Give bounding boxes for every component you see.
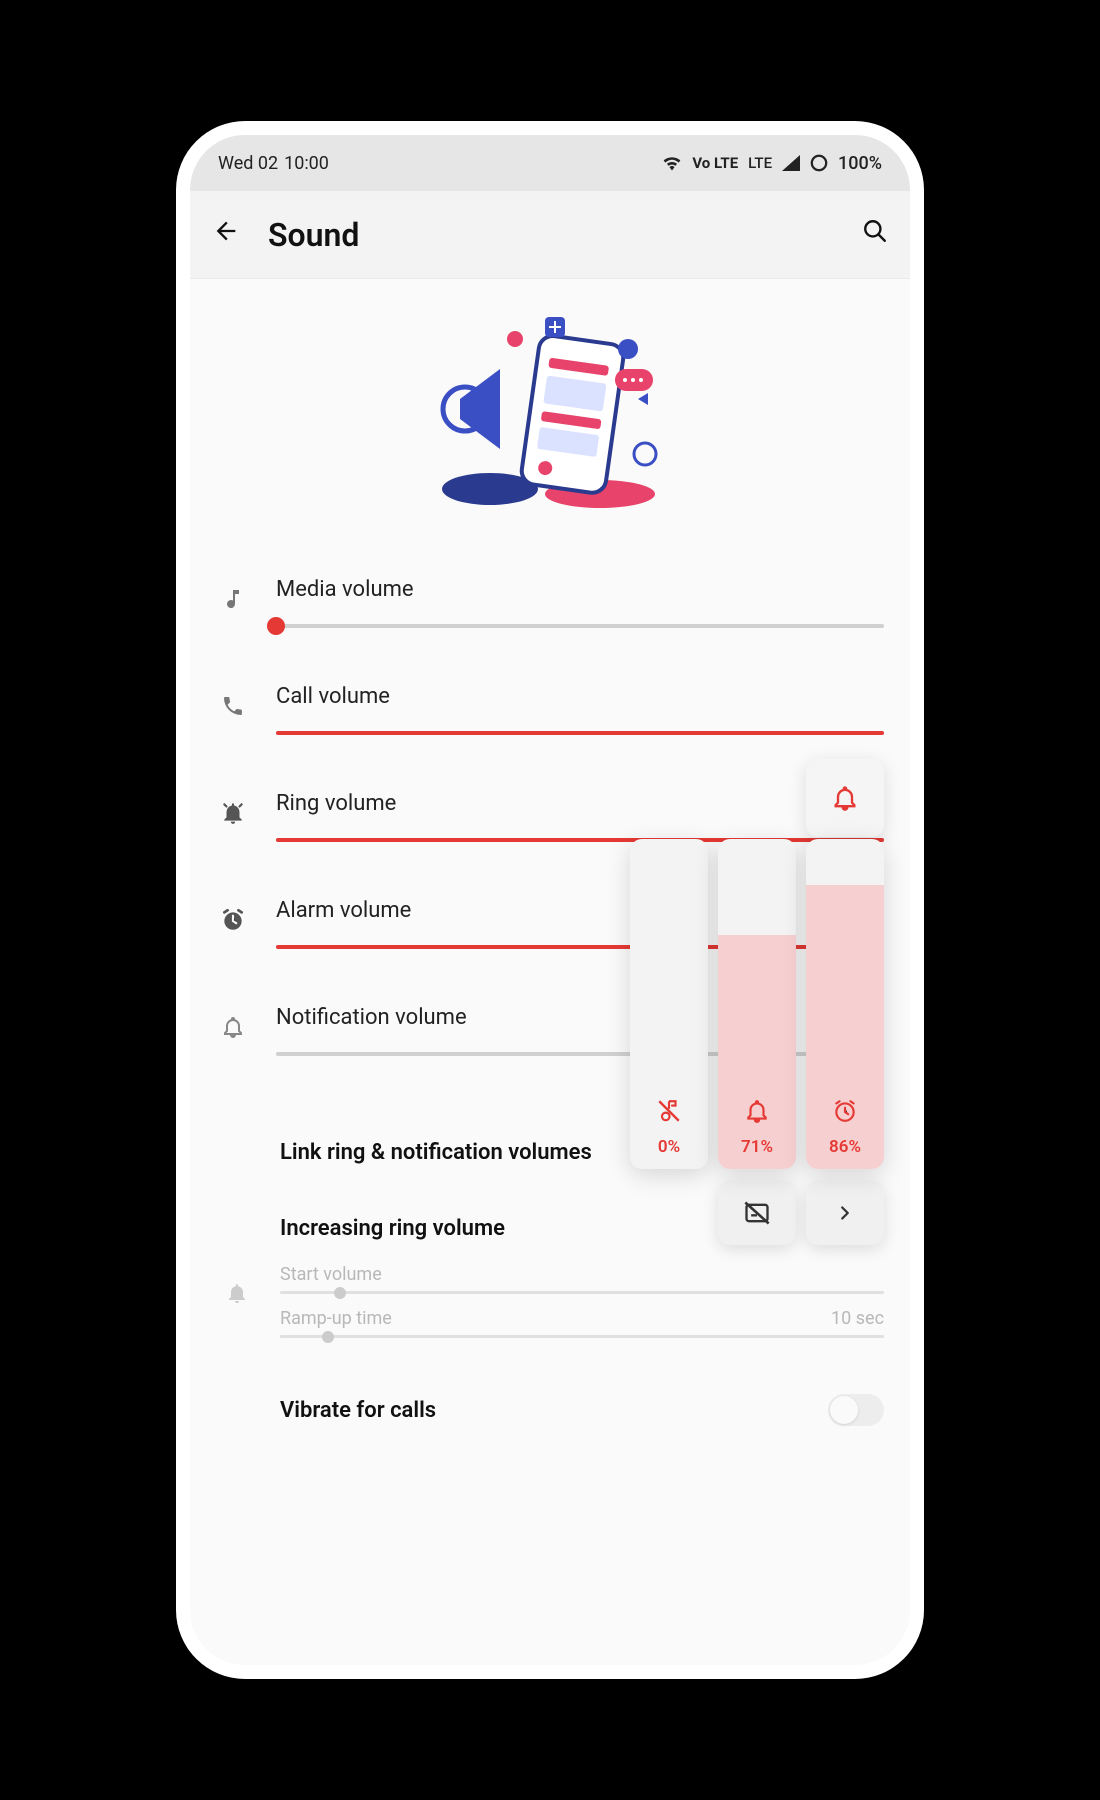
vibrate-calls-toggle[interactable] bbox=[828, 1394, 884, 1426]
bell-dim-icon bbox=[216, 1281, 258, 1312]
media-volume-label: Media volume bbox=[276, 577, 884, 602]
ramp-up-slider[interactable] bbox=[280, 1335, 884, 1338]
media-volume-row: Media volume bbox=[190, 549, 910, 656]
start-volume-slider[interactable] bbox=[280, 1291, 884, 1294]
battery-label: 100% bbox=[838, 153, 882, 174]
signal-icon bbox=[782, 155, 800, 171]
status-date: Wed 02 bbox=[218, 153, 278, 174]
alarm-clock-icon bbox=[212, 907, 254, 940]
music-off-icon bbox=[656, 1098, 682, 1131]
ring-volume-label: Ring volume bbox=[276, 791, 884, 816]
overlay-media-slider[interactable]: 0% bbox=[630, 839, 708, 1169]
overlay-ring-percent: 71% bbox=[741, 1137, 773, 1157]
bell-icon bbox=[212, 1015, 254, 1046]
music-note-icon bbox=[212, 587, 254, 618]
search-button[interactable] bbox=[862, 218, 888, 251]
volte-label: Vo LTE bbox=[692, 154, 738, 172]
lte-label: LTE bbox=[748, 154, 772, 172]
ramp-up-label: Ramp-up time bbox=[280, 1308, 392, 1329]
overlay-alarm-percent: 86% bbox=[829, 1137, 861, 1157]
alarm-outline-icon bbox=[832, 1098, 858, 1131]
call-volume-slider[interactable] bbox=[276, 731, 884, 735]
back-button[interactable] bbox=[212, 217, 240, 253]
status-bar: Wed 02 10:00 Vo LTE LTE 100% bbox=[190, 135, 910, 191]
media-volume-slider[interactable] bbox=[276, 624, 884, 628]
hero-illustration bbox=[190, 279, 910, 539]
ring-icon bbox=[212, 800, 254, 833]
overlay-ringer-mode-button[interactable] bbox=[806, 759, 884, 837]
volume-overlay: 0% 71% 86% bbox=[630, 839, 884, 1245]
overlay-expand-button[interactable] bbox=[806, 1181, 884, 1245]
wifi-icon bbox=[662, 155, 682, 171]
bell-outline-icon bbox=[744, 1098, 770, 1131]
app-bar: Sound bbox=[190, 191, 910, 279]
overlay-media-percent: 0% bbox=[658, 1137, 680, 1157]
vibrate-calls-label: Vibrate for calls bbox=[280, 1398, 806, 1423]
battery-outline-icon bbox=[810, 154, 828, 172]
ramp-up-value: 10 sec bbox=[831, 1308, 884, 1329]
start-volume-label: Start volume bbox=[280, 1264, 382, 1285]
phone-frame: Wed 02 10:00 Vo LTE LTE 100% Sound bbox=[190, 135, 910, 1665]
call-volume-row: Call volume bbox=[190, 656, 910, 763]
overlay-ring-slider[interactable]: 71% bbox=[718, 839, 796, 1169]
phone-icon bbox=[212, 694, 254, 725]
call-volume-label: Call volume bbox=[276, 684, 884, 709]
page-title: Sound bbox=[268, 216, 834, 254]
content-area: Media volume Call volume bbox=[190, 279, 910, 1665]
status-time: 10:00 bbox=[284, 153, 329, 174]
overlay-captions-off-button[interactable] bbox=[718, 1181, 796, 1245]
overlay-alarm-slider[interactable]: 86% bbox=[806, 839, 884, 1169]
increasing-sub-sliders: Start volume Ramp-up time 10 sec bbox=[190, 1250, 910, 1342]
vibrate-calls-row: Vibrate for calls bbox=[190, 1372, 910, 1448]
